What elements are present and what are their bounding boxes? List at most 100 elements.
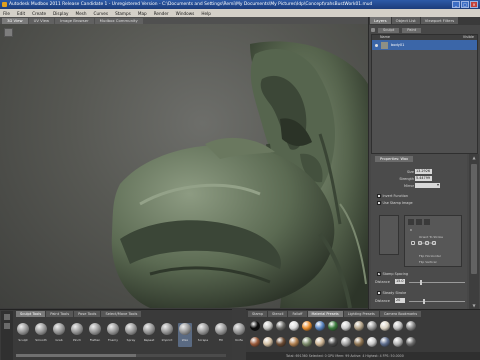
tool-grab[interactable]: Grab: [52, 323, 66, 347]
expand-stamp-icon[interactable]: [425, 241, 429, 245]
use-stamp-image-checkbox[interactable]: [377, 201, 381, 205]
tool-spray[interactable]: Spray: [124, 323, 138, 347]
close-button[interactable]: ×: [470, 1, 478, 8]
tab-material-presets[interactable]: Material Presets: [307, 311, 343, 317]
material-preset-swatch[interactable]: [289, 321, 299, 331]
invert-function-checkbox[interactable]: [377, 194, 381, 198]
menu-edit[interactable]: Edit: [17, 11, 25, 16]
tool-pinch[interactable]: Pinch: [70, 323, 84, 347]
stamp-slot[interactable]: [424, 219, 430, 225]
menu-render[interactable]: Render: [154, 11, 169, 16]
tool-scrape[interactable]: Scrape: [196, 323, 210, 347]
tab-uv-view[interactable]: UV View: [28, 17, 55, 24]
material-preset-swatch[interactable]: [367, 337, 377, 347]
tool-sculpt[interactable]: Sculpt: [16, 323, 30, 347]
distance-slider-knob[interactable]: [419, 279, 422, 285]
material-preset-swatch[interactable]: [302, 337, 312, 347]
menu-mesh[interactable]: Mesh: [75, 11, 86, 16]
tool-knife[interactable]: Knife: [232, 323, 246, 347]
visibility-icon[interactable]: [375, 43, 378, 47]
tab-image-browser[interactable]: Image Browser: [55, 17, 94, 24]
distance2-slider-knob[interactable]: [422, 298, 425, 304]
material-preset-swatch[interactable]: [328, 321, 338, 331]
menu-file[interactable]: File: [3, 11, 10, 16]
tool-wax[interactable]: Wax: [178, 323, 192, 347]
tab-pose-tools[interactable]: Pose Tools: [74, 311, 101, 317]
tab-camera-bookmarks[interactable]: Camera Bookmarks: [379, 311, 422, 317]
tab-layers[interactable]: Layers: [370, 17, 391, 24]
material-preset-swatch[interactable]: [406, 321, 416, 331]
material-preset-swatch[interactable]: [263, 321, 273, 331]
new-layer-icon[interactable]: [371, 28, 375, 32]
tool-tray-scroll-thumb[interactable]: [16, 354, 136, 357]
tab-lighting-presets[interactable]: Lighting Presets: [343, 311, 379, 317]
strength-input[interactable]: 5.44799: [415, 176, 432, 181]
material-preset-swatch[interactable]: [263, 337, 273, 347]
layer-row[interactable]: body01: [372, 40, 477, 50]
tab-stamp[interactable]: Stamp: [248, 311, 268, 317]
material-preset-swatch[interactable]: [289, 337, 299, 347]
sculpt-layers-button[interactable]: Sculpt: [378, 27, 400, 33]
material-preset-swatch[interactable]: [276, 337, 286, 347]
material-preset-swatch[interactable]: [341, 337, 351, 347]
material-preset-swatch[interactable]: [302, 321, 312, 331]
tab-stencil[interactable]: Stencil: [268, 311, 288, 317]
material-preset-swatch[interactable]: [380, 337, 390, 347]
menu-create[interactable]: Create: [32, 11, 46, 16]
tool-tray-scrollbar[interactable]: [16, 354, 226, 357]
tab-object-list[interactable]: Object List: [391, 17, 420, 24]
material-preset-swatch[interactable]: [315, 337, 325, 347]
scrollbar-thumb[interactable]: [471, 164, 477, 274]
material-preset-swatch[interactable]: [380, 321, 390, 331]
material-preset-swatch[interactable]: [315, 321, 325, 331]
tab-3d-view[interactable]: 3D View: [2, 17, 28, 24]
material-preset-swatch[interactable]: [393, 321, 403, 331]
tool-imprint[interactable]: Imprint: [160, 323, 174, 347]
paint-layers-button[interactable]: Paint: [402, 27, 422, 33]
material-preset-swatch[interactable]: [406, 337, 416, 347]
tool-foamy[interactable]: Foamy: [106, 323, 120, 347]
tab-sculpt-tools[interactable]: Sculpt Tools: [16, 311, 46, 317]
scroll-up-icon[interactable]: ▲: [471, 155, 477, 160]
maximize-button[interactable]: □: [461, 1, 469, 8]
material-preset-swatch[interactable]: [341, 321, 351, 331]
steady-stroke-checkbox[interactable]: [377, 291, 381, 295]
refresh-stamp-icon[interactable]: [418, 241, 422, 245]
tab-falloff[interactable]: Falloff: [288, 311, 307, 317]
tab-viewport-filters[interactable]: Viewport Filters: [420, 17, 459, 24]
menu-display[interactable]: Display: [53, 11, 68, 16]
size-input[interactable]: 13.2926: [415, 169, 432, 174]
tray-expand-icon[interactable]: [4, 314, 10, 320]
3d-viewport[interactable]: [0, 24, 368, 308]
tool-repeat[interactable]: Repeat: [142, 323, 156, 347]
tool-smooth[interactable]: Smooth: [34, 323, 48, 347]
material-preset-swatch[interactable]: [354, 321, 364, 331]
properties-tab[interactable]: Properties: Wax: [375, 156, 414, 162]
stamp-slot[interactable]: [408, 219, 414, 225]
distance-slider[interactable]: [409, 281, 465, 283]
mirror-dropdown[interactable]: [415, 182, 440, 188]
menu-map[interactable]: Map: [138, 11, 147, 16]
material-preset-swatch[interactable]: [250, 337, 260, 347]
tool-flatten[interactable]: Flatten: [88, 323, 102, 347]
material-preset-swatch[interactable]: [367, 321, 377, 331]
scroll-down-icon[interactable]: ▼: [471, 303, 477, 308]
pan-stamp-icon[interactable]: [432, 241, 436, 245]
material-preset-swatch[interactable]: [328, 337, 338, 347]
material-preset-swatch[interactable]: [354, 337, 364, 347]
menu-help[interactable]: Help: [201, 11, 211, 16]
distance2-slider[interactable]: [409, 300, 465, 302]
rotate-stamp-icon[interactable]: [411, 241, 415, 245]
distance2-input[interactable]: 20: [395, 298, 405, 303]
stamp-preview[interactable]: [379, 215, 399, 255]
distance-input[interactable]: 15.0: [395, 279, 405, 284]
menu-curves[interactable]: Curves: [94, 11, 109, 16]
material-preset-swatch[interactable]: [276, 321, 286, 331]
tab-select-move-tools[interactable]: Select/Move Tools: [101, 311, 142, 317]
tab-mudbox-community[interactable]: Mudbox Community: [94, 17, 143, 24]
stamp-slot[interactable]: [416, 219, 422, 225]
stamp-spacing-checkbox[interactable]: [377, 272, 381, 276]
properties-scrollbar[interactable]: ▲ ▼: [469, 154, 479, 309]
tab-paint-tools[interactable]: Paint Tools: [46, 311, 74, 317]
menu-stamps[interactable]: Stamps: [115, 11, 131, 16]
